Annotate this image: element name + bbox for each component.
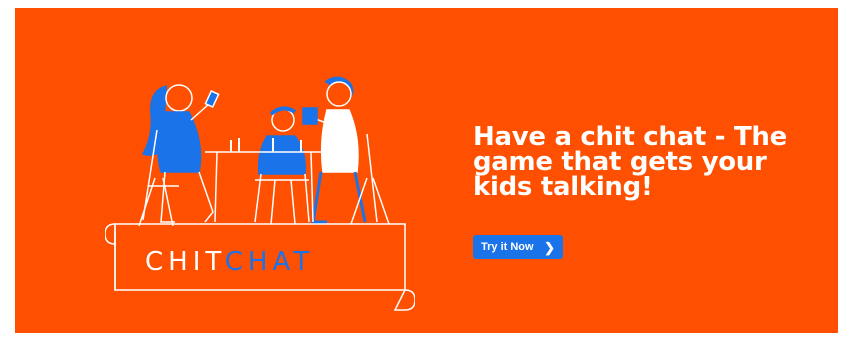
man-figure: [302, 76, 390, 225]
logo-part-chit: CHIT: [145, 247, 225, 277]
promo-banner: CHITCHAT Have a chit chat - The game tha…: [15, 8, 838, 333]
logo-part-chat: CHAT: [225, 247, 314, 277]
try-it-now-button[interactable]: Try it Now ❯: [473, 235, 563, 259]
banner-headline: Have a chit chat - The game that gets yo…: [473, 122, 787, 202]
child-figure: [254, 106, 310, 225]
woman-figure: [138, 84, 220, 227]
try-it-now-label: Try it Now: [481, 241, 534, 253]
chevron-right-icon: ❯: [544, 239, 555, 255]
logo-text: CHITCHAT: [145, 247, 314, 277]
family-at-table-illustration: CHITCHAT: [105, 76, 415, 311]
